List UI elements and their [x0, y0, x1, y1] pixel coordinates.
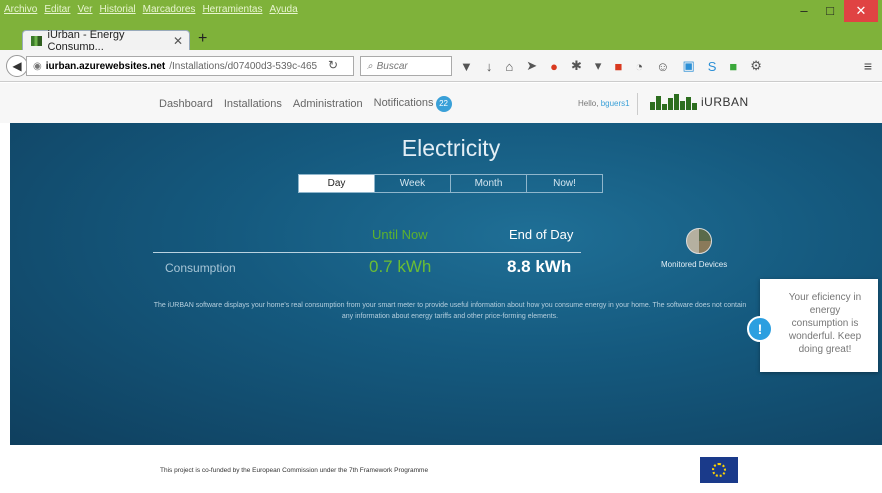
bookmark-pocket-icon[interactable]: ▼ [460, 59, 473, 74]
nav-administration[interactable]: Administration [293, 98, 363, 110]
nav-notifications[interactable]: Notifications 22 [374, 96, 452, 112]
search-input[interactable]: ⌕ Buscar [360, 56, 452, 76]
tab-strip: iUrban - Energy Consump... ✕ + [0, 26, 882, 53]
greeting: Hello, bguers1 [578, 99, 630, 108]
period-day[interactable]: Day [299, 175, 374, 192]
menu-marcadores[interactable]: Marcadores [143, 4, 196, 15]
info-alert-icon: ! [747, 316, 773, 342]
page-footer: This project is co-funded by the Europea… [10, 445, 882, 493]
addon-icon[interactable]: ✱ [571, 58, 582, 74]
tab-title: iUrban - Energy Consump... [47, 28, 125, 53]
menu-ayuda[interactable]: Ayuda [269, 4, 297, 15]
funding-note: This project is co-funded by the Europea… [160, 467, 429, 474]
until-now-value: 0.7 kWh [369, 257, 432, 276]
username-link[interactable]: bguers1 [601, 99, 630, 108]
consumption-label: Consumption [165, 261, 236, 275]
iurban-favicon-icon [31, 35, 42, 46]
end-of-day-header: End of Day [509, 227, 574, 242]
chat-icon[interactable]: ☺ [656, 59, 669, 74]
nav-dashboard[interactable]: Dashboard [159, 98, 213, 110]
efficiency-toast[interactable]: Your eficiency in energy consumption is … [760, 279, 878, 372]
new-tab-button[interactable]: + [198, 30, 207, 48]
brand-name: iURBAN [701, 95, 749, 109]
table-divider [153, 252, 581, 253]
url-path: /Installations/d07400d3-539c-465 [169, 60, 318, 72]
tab-close-icon[interactable]: ✕ [173, 34, 183, 48]
menu-items: Archivo Editar Ver Historial Marcadores … [4, 4, 298, 15]
period-month[interactable]: Month [450, 175, 526, 192]
skype-icon[interactable]: S [708, 59, 717, 74]
close-window-button[interactable]: ✕ [844, 0, 878, 22]
eu-flag-icon [700, 457, 738, 483]
menu-archivo[interactable]: Archivo [4, 4, 37, 15]
back-button[interactable]: ◀ [6, 55, 28, 77]
site-info-icon[interactable]: ◉ [33, 61, 42, 72]
nav-notifications-label: Notifications [373, 97, 434, 109]
ublock-icon[interactable]: ● [550, 59, 558, 74]
url-host: iurban.azurewebsites.net [45, 60, 166, 72]
until-now-header: Until Now [372, 227, 428, 242]
monitored-devices-label[interactable]: Monitored Devices [661, 260, 727, 269]
toast-message: Your eficiency in energy consumption is … [788, 292, 862, 355]
minimize-button[interactable]: – [792, 0, 816, 22]
period-week[interactable]: Week [374, 175, 450, 192]
browser-toolbar: ◀ ◉ iurban.azurewebsites.net/Installatio… [0, 50, 882, 82]
site-header: Dashboard Installations Administration N… [0, 83, 882, 123]
menu-icon[interactable]: ≡ [864, 58, 872, 74]
nav-installations[interactable]: Installations [224, 98, 282, 110]
search-placeholder: Buscar [376, 60, 408, 72]
menu-historial[interactable]: Historial [100, 4, 136, 15]
monitored-devices-pie-icon[interactable] [686, 228, 712, 254]
toolbar-icons: ▼ ↓ ⌂ ➤ ● ✱ ▾ ■ ◔ ☺ ▣ S ■ ⚙ [460, 56, 762, 76]
iurban-logo[interactable]: iURBAN [650, 93, 749, 111]
notification-icon[interactable]: ▣ [682, 58, 694, 74]
send-icon[interactable]: ➤ [526, 58, 537, 74]
hello-label: Hello, [578, 99, 599, 108]
end-of-day-value: 8.8 kWh [507, 257, 572, 276]
green-addon-icon[interactable]: ■ [729, 59, 737, 74]
search-icon: ⌕ [367, 60, 373, 72]
period-selector: Day Week Month Now! [298, 174, 603, 193]
disclaimer-text: The iURBAN software displays your home's… [153, 302, 747, 320]
window-menubar: Archivo Editar Ver Historial Marcadores … [0, 0, 882, 26]
menu-ver[interactable]: Ver [77, 4, 92, 15]
history-icon[interactable]: ◔ [635, 59, 643, 74]
dropdown-icon[interactable]: ▾ [595, 58, 602, 74]
home-icon[interactable]: ⌂ [505, 59, 513, 74]
url-bar[interactable]: ◉ iurban.azurewebsites.net/Installations… [26, 56, 354, 76]
reload-icon[interactable]: ↻ [328, 58, 338, 72]
page-title: Electricity [401, 135, 501, 161]
download-icon[interactable]: ↓ [486, 59, 493, 74]
menu-editar[interactable]: Editar [44, 4, 70, 15]
site-nav: Dashboard Installations Administration N… [159, 96, 452, 112]
maximize-button[interactable]: □ [818, 0, 842, 22]
tools-icon[interactable]: ⚙ [750, 58, 762, 74]
skyline-logo-icon [650, 94, 698, 110]
tab-iurban[interactable]: iUrban - Energy Consump... ✕ [22, 28, 190, 53]
period-now[interactable]: Now! [526, 175, 602, 192]
electricity-panel: Electricity Day Week Month Now! Until No… [10, 123, 882, 445]
notifications-badge: 22 [435, 96, 452, 112]
menu-herramientas[interactable]: Herramientas [202, 4, 262, 15]
header-divider [637, 93, 638, 115]
red-addon-icon[interactable]: ■ [614, 59, 622, 74]
